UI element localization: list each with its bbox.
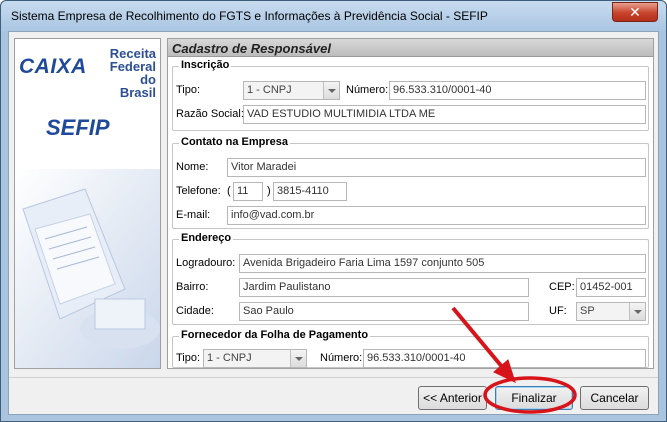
nome-field[interactable]: Vitor Maradei xyxy=(227,158,646,177)
cidade-label: Cidade: xyxy=(176,305,214,317)
chevron-down-icon[interactable] xyxy=(290,350,306,367)
panel-header: Cadastro de Responsável xyxy=(168,39,653,57)
decorative-documents-image xyxy=(15,169,160,368)
anterior-button[interactable]: << Anterior xyxy=(418,386,487,410)
fornecedor-group: Fornecedor da Folha de Pagamento Tipo: 1… xyxy=(172,329,649,368)
bairro-field[interactable]: Jardim Paulistano xyxy=(239,278,529,297)
dialog-body: CAIXA Receita Federal do Brasil SEFIP Ca… xyxy=(8,31,659,415)
logo-panel: CAIXA Receita Federal do Brasil SEFIP xyxy=(14,38,161,369)
panel-title: Cadastro de Responsável xyxy=(172,41,331,56)
nome-label: Nome: xyxy=(176,161,209,173)
ddd-field[interactable]: 11 xyxy=(233,182,263,201)
uf-label: UF: xyxy=(549,305,567,317)
inscricao-legend: Inscrição xyxy=(179,59,232,71)
sefip-logo: SEFIP xyxy=(46,115,110,140)
fornecedor-tipo-value: 1 - CNPJ xyxy=(207,352,252,364)
uf-select[interactable]: SP xyxy=(576,302,646,321)
uf-select-value: SP xyxy=(580,305,595,317)
logradouro-field[interactable]: Avenida Brigadeiro Faria Lima 1597 conju… xyxy=(239,254,646,273)
cep-label: CEP: xyxy=(549,281,575,293)
razao-social-label: Razão Social: xyxy=(176,108,244,120)
cep-field[interactable]: 01452-001 xyxy=(576,278,646,297)
cancelar-button[interactable]: Cancelar xyxy=(580,386,649,410)
logradouro-label: Logradouro: xyxy=(176,257,236,269)
ddd-close-paren: ) xyxy=(267,185,271,197)
finalizar-button[interactable]: Finalizar xyxy=(495,386,573,410)
fornecedor-numero-field[interactable]: 96.533.310/0001-40 xyxy=(363,349,646,368)
tipo-label: Tipo: xyxy=(176,84,201,96)
fornecedor-numero-label: Número: xyxy=(320,352,363,364)
ddd-open-paren: ( xyxy=(227,185,231,197)
telefone-label: Telefone: xyxy=(176,185,221,197)
title-bar[interactable]: Sistema Empresa de Recolhimento do FGTS … xyxy=(1,1,666,31)
email-label: E-mail: xyxy=(176,209,211,221)
form-panel: Cadastro de Responsável Inscrição Tipo: … xyxy=(167,38,654,369)
contato-legend: Contato na Empresa xyxy=(179,136,290,148)
fornecedor-tipo-label: Tipo: xyxy=(176,352,201,364)
fornecedor-tipo-select[interactable]: 1 - CNPJ xyxy=(203,349,307,368)
contato-group: Contato na Empresa Nome: Vitor Maradei T… xyxy=(172,136,649,229)
window-title: Sistema Empresa de Recolhimento do FGTS … xyxy=(11,9,488,23)
close-button[interactable]: ✕ xyxy=(612,2,658,22)
endereco-legend: Endereço xyxy=(179,232,234,244)
numero-field[interactable]: 96.533.310/0001-40 xyxy=(389,81,646,100)
telefone-field[interactable]: 3815-4110 xyxy=(273,182,347,201)
endereco-group: Endereço Logradouro: Avenida Brigadeiro … xyxy=(172,232,649,325)
razao-social-field[interactable]: VAD ESTUDIO MULTIMIDIA LTDA ME xyxy=(243,105,646,124)
caixa-logo: CAIXA xyxy=(19,55,87,78)
button-bar: << Anterior Finalizar Cancelar xyxy=(9,377,658,413)
bairro-label: Bairro: xyxy=(176,281,209,293)
numero-label: Número: xyxy=(346,84,389,96)
chevron-down-icon[interactable] xyxy=(629,303,645,320)
brasil-line: Brasil xyxy=(119,85,156,100)
cidade-field[interactable]: Sao Paulo xyxy=(239,302,529,321)
tipo-select[interactable]: 1 - CNPJ xyxy=(243,81,340,100)
email-field[interactable]: info@vad.com.br xyxy=(227,206,646,225)
receita-federal-logo: Receita Federal do Brasil xyxy=(110,47,156,99)
application-window: Sistema Empresa de Recolhimento do FGTS … xyxy=(0,0,667,422)
tipo-select-value: 1 - CNPJ xyxy=(247,84,292,96)
inscricao-group: Inscrição Tipo: 1 - CNPJ Número: 96.533.… xyxy=(172,59,649,131)
chevron-down-icon[interactable] xyxy=(323,82,339,99)
fornecedor-legend: Fornecedor da Folha de Pagamento xyxy=(179,329,371,341)
